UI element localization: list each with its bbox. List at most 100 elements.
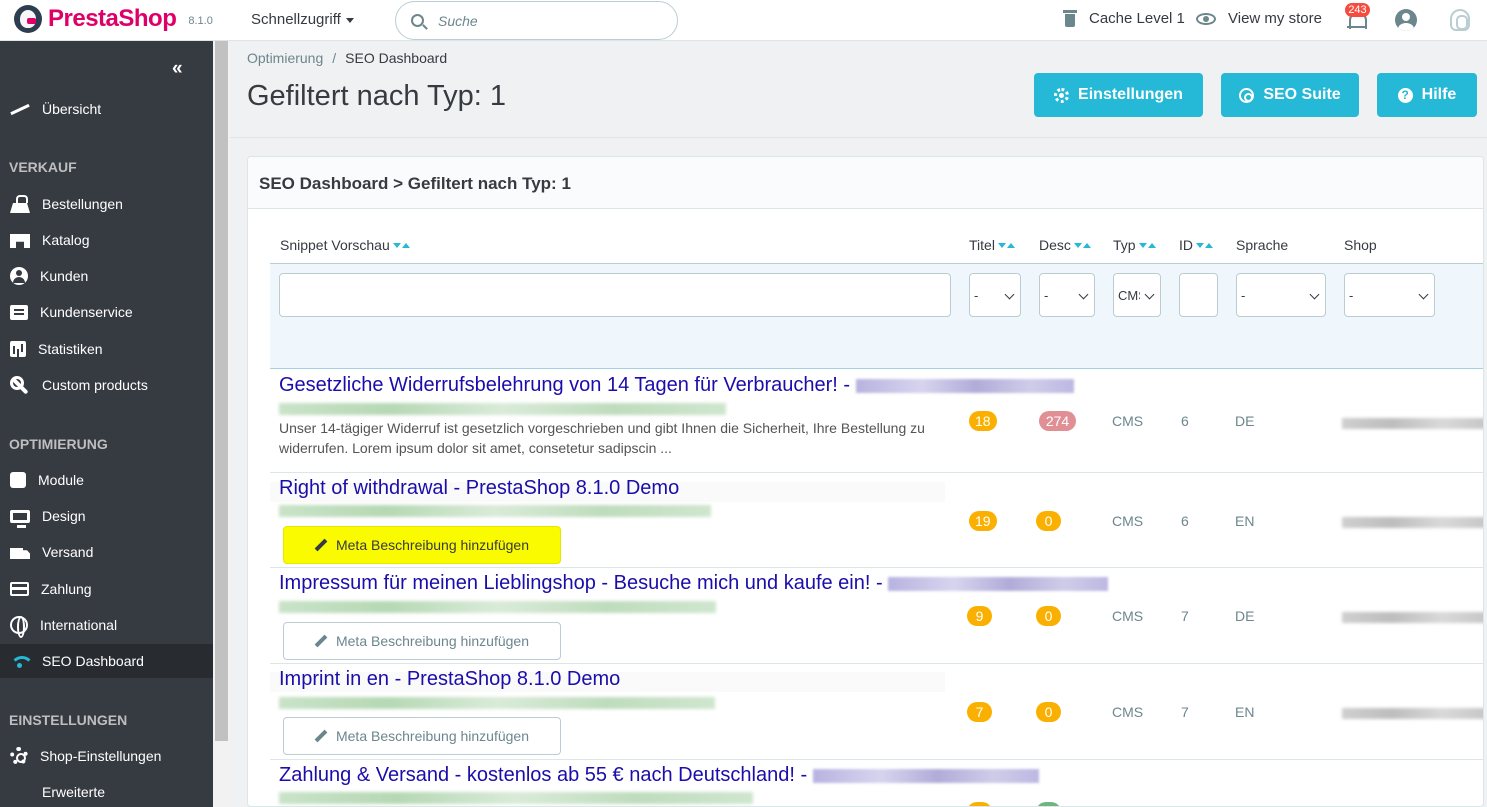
col-header-typ[interactable]: Typ (1113, 237, 1156, 253)
trending-up-icon (10, 100, 30, 118)
settings-button[interactable]: Einstellungen (1034, 73, 1203, 117)
sidebar-item-label: Katalog (42, 232, 90, 248)
search-input[interactable] (438, 10, 658, 32)
sidebar-item-overview[interactable]: Übersicht (0, 92, 213, 126)
col-header-label: Titel (969, 237, 995, 253)
blurred-shop-cell (1342, 612, 1483, 623)
sidebar-item-international[interactable]: International (0, 608, 213, 642)
sidebar-item-label: Übersicht (42, 101, 102, 117)
chevron-down-icon (1078, 289, 1089, 300)
chevron-down-icon (1144, 289, 1155, 300)
fingerprint-icon[interactable] (1450, 9, 1470, 31)
table-row: Gesetzliche Widerrufsbelehrung von 14 Ta… (270, 370, 1483, 473)
prestashop-logo[interactable]: PrestaShop 8.1.0 (14, 5, 213, 33)
user-circle-icon (10, 267, 28, 285)
bar-chart-icon (10, 341, 26, 357)
col-header-label: Desc (1039, 237, 1071, 253)
add-meta-description-button[interactable]: Meta Beschreibung hinzufügen (283, 717, 561, 755)
title-length-badge: 19 (969, 511, 997, 531)
card-title: SEO Dashboard > Gefiltert nach Typ: 1 (248, 157, 1483, 209)
snippet-title-link[interactable]: Right of withdrawal - PrestaShop 8.1.0 D… (279, 477, 679, 500)
col-header-desc[interactable]: Desc (1039, 237, 1091, 253)
sidebar-scrollbar-thumb[interactable] (215, 41, 228, 741)
sort-icon[interactable] (392, 242, 410, 248)
search-icon[interactable] (411, 14, 424, 27)
breadcrumb-parent[interactable]: Optimierung (247, 50, 323, 66)
sidebar-item-custom-products[interactable]: Custom products (0, 368, 213, 402)
title-length-badge: 18 (969, 411, 997, 431)
desc-length-badge (1036, 802, 1061, 806)
title-length-badge (967, 802, 992, 806)
version-label: 8.1.0 (188, 15, 213, 27)
breadcrumb-separator: / (332, 50, 337, 66)
desc-length-badge: 274 (1039, 411, 1076, 431)
typ-filter-select[interactable]: CMS (1113, 273, 1161, 317)
desc-length-badge: 0 (1036, 702, 1061, 722)
help-button[interactable]: ? Hilfe (1377, 73, 1477, 117)
sidebar-item-catalog[interactable]: Katalog (0, 223, 213, 257)
titel-filter-select[interactable]: - (969, 273, 1021, 317)
sort-icon[interactable] (1073, 242, 1091, 248)
section-optimization: OPTIMIERUNG (9, 436, 108, 452)
id-filter-input[interactable] (1179, 273, 1218, 317)
add-meta-label: Meta Beschreibung hinzufügen (335, 537, 530, 553)
store-icon (10, 234, 30, 248)
snippet-title-link[interactable]: Imprint in en - PrestaShop 8.1.0 Demo (279, 668, 620, 691)
sidebar-item-customer-service[interactable]: Kundenservice (0, 295, 213, 329)
target-icon (1239, 87, 1255, 103)
col-header-titel[interactable]: Titel (969, 237, 1015, 253)
sidebar-item-modules[interactable]: Module (0, 463, 213, 497)
desc-filter-select[interactable]: - (1039, 273, 1095, 317)
add-meta-description-button[interactable]: Meta Beschreibung hinzufügen (283, 526, 561, 564)
sidebar-item-label: Shop-Einstellungen (40, 748, 162, 764)
select-value: - (1044, 287, 1049, 303)
sort-icon[interactable] (1196, 242, 1213, 248)
sidebar-item-statistics[interactable]: Statistiken (0, 332, 213, 366)
snippet-description: Unser 14-tägiger Widerruf ist gesetzlich… (279, 420, 925, 456)
blurred-shop-name (812, 768, 1039, 783)
select-value: - (1349, 287, 1354, 303)
sidebar-item-payment[interactable]: Zahlung (0, 572, 213, 606)
blurred-url (279, 792, 753, 804)
search-box[interactable] (395, 1, 678, 40)
snippet-title-link[interactable]: Gesetzliche Widerrufsbelehrung von 14 Ta… (279, 374, 1074, 397)
sidebar-item-shop-settings[interactable]: Shop-Einstellungen (0, 739, 213, 773)
sprache-filter-select[interactable]: - (1236, 273, 1326, 317)
type-cell: CMS (1112, 704, 1144, 720)
cache-button[interactable]: Cache Level 1 (1063, 10, 1185, 27)
seo-suite-button[interactable]: SEO Suite (1221, 73, 1359, 117)
col-header-label: ID (1179, 237, 1193, 253)
col-header-snippet[interactable]: Snippet Vorschau (280, 237, 410, 253)
shop-filter-select[interactable]: - (1344, 273, 1435, 317)
type-cell: CMS (1112, 608, 1144, 624)
add-meta-description-button[interactable]: Meta Beschreibung hinzufügen (283, 622, 561, 660)
blurred-url (279, 403, 726, 415)
quick-access-dropdown[interactable]: Schnellzugriff (251, 11, 354, 28)
desc-length-badge: 0 (1036, 511, 1061, 531)
sidebar-item-orders[interactable]: Bestellungen (0, 187, 213, 221)
blurred-shop-cell (1342, 418, 1483, 429)
sort-icon[interactable] (1138, 242, 1156, 248)
sidebar-item-advanced[interactable]: Erweiterte (0, 775, 213, 807)
sidebar-item-shipping[interactable]: Versand (0, 535, 213, 569)
seo-suite-button-label: SEO Suite (1263, 86, 1341, 103)
breadcrumb: Optimierung / SEO Dashboard (247, 50, 447, 66)
sidebar-item-customers[interactable]: Kunden (0, 259, 213, 293)
view-store-link[interactable]: View my store (1196, 10, 1322, 27)
brand-name: PrestaShop (48, 5, 177, 32)
pencil-icon (315, 635, 327, 647)
sidebar-item-design[interactable]: Design (0, 499, 213, 533)
title-length-badge: 7 (967, 702, 992, 722)
snippet-title-link[interactable]: Zahlung & Versand - kostenlos ab 55 € na… (279, 764, 1039, 787)
avatar-icon[interactable] (1395, 9, 1417, 31)
collapse-sidebar-icon[interactable]: « (172, 58, 183, 80)
quick-access-label: Schnellzugriff (251, 11, 341, 28)
sort-icon[interactable] (997, 242, 1015, 248)
col-header-label: Snippet Vorschau (280, 237, 390, 253)
snippet-title-link[interactable]: Impressum für meinen Lieblingshop - Besu… (279, 572, 1109, 595)
snippet-filter-input[interactable] (279, 273, 951, 317)
col-header-id[interactable]: ID (1179, 237, 1213, 253)
select-value: CMS (1118, 287, 1140, 303)
sidebar-item-seo-dashboard[interactable]: SEO Dashboard (0, 644, 213, 678)
gear-icon (10, 747, 28, 765)
